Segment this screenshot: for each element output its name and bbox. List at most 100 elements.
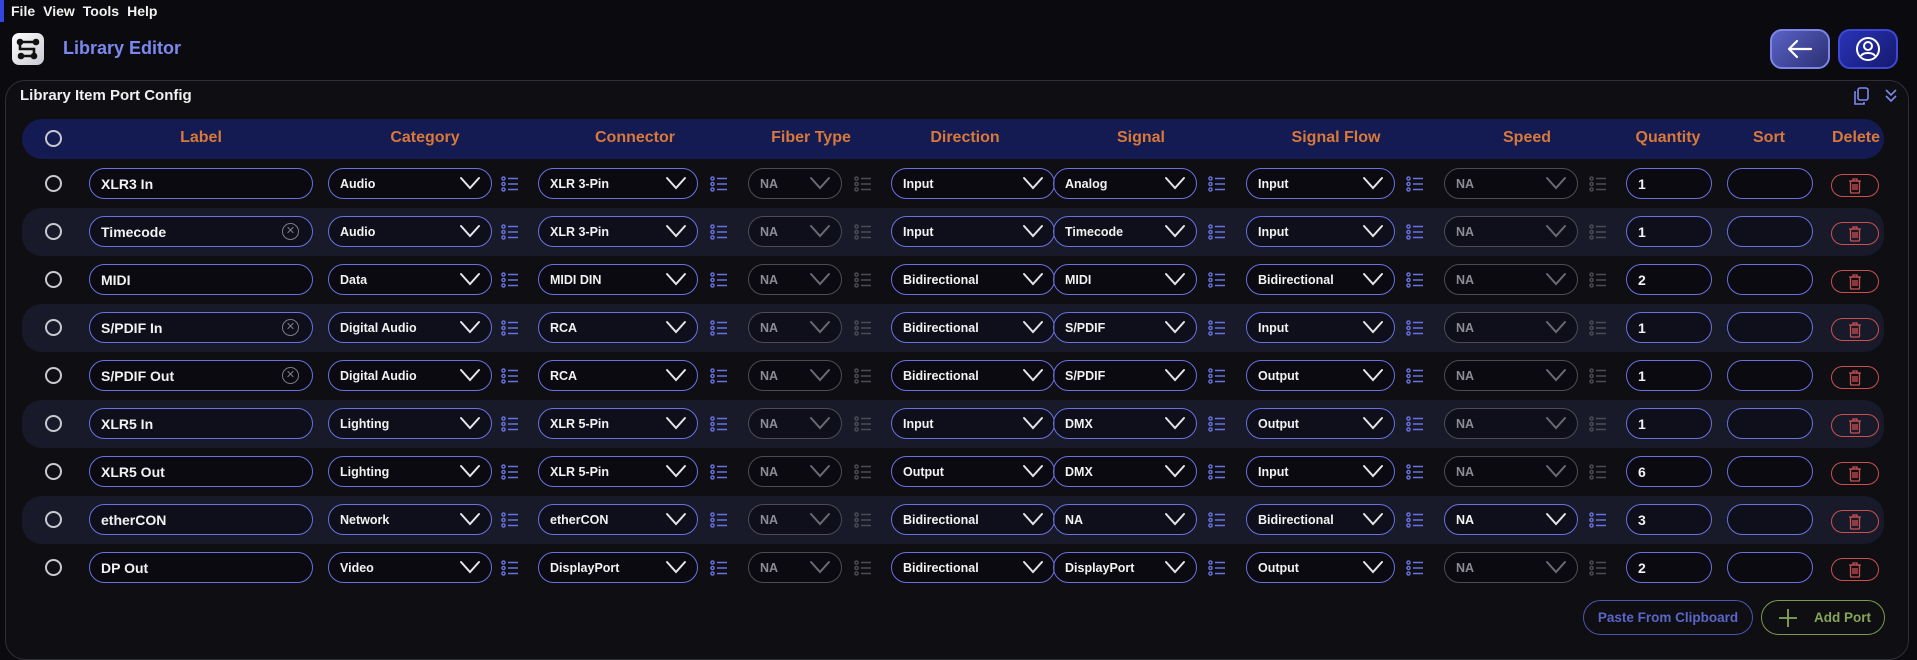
list-options-icon[interactable] (710, 176, 728, 192)
connector-select[interactable]: XLR 3-Pin (538, 168, 698, 199)
delete-button[interactable] (1831, 510, 1879, 533)
label-input[interactable]: Timecode ✕ (89, 216, 313, 247)
category-select[interactable]: Audio (328, 168, 492, 199)
sort-input[interactable] (1727, 504, 1813, 535)
signal-flow-select[interactable]: Output (1246, 552, 1395, 583)
sort-input[interactable] (1727, 168, 1813, 199)
paste-from-clipboard-button[interactable]: Paste From Clipboard (1583, 600, 1753, 635)
quantity-input[interactable]: 6 (1626, 456, 1712, 487)
delete-button[interactable] (1831, 318, 1879, 341)
list-options-icon[interactable] (854, 560, 872, 576)
label-input[interactable]: etherCON (89, 504, 313, 535)
row-select-radio[interactable] (45, 175, 62, 192)
speed-select[interactable]: NA (1444, 408, 1578, 439)
label-input[interactable]: S/PDIF In ✕ (89, 312, 313, 343)
category-select[interactable]: Audio (328, 216, 492, 247)
fiber-type-select[interactable]: NA (748, 264, 842, 295)
signal-select[interactable]: S/PDIF (1053, 312, 1197, 343)
quantity-input[interactable]: 2 (1626, 552, 1712, 583)
category-select[interactable]: Lighting (328, 408, 492, 439)
category-select[interactable]: Data (328, 264, 492, 295)
quantity-input[interactable]: 1 (1626, 360, 1712, 391)
direction-select[interactable]: Bidirectional (891, 504, 1055, 535)
category-select[interactable]: Digital Audio (328, 312, 492, 343)
menu-help[interactable]: Help (127, 3, 157, 19)
signal-select[interactable]: DisplayPort (1053, 552, 1197, 583)
list-options-icon[interactable] (1208, 464, 1226, 480)
list-options-icon[interactable] (1208, 272, 1226, 288)
connector-select[interactable]: XLR 5-Pin (538, 408, 698, 439)
direction-select[interactable]: Input (891, 168, 1055, 199)
fiber-type-select[interactable]: NA (748, 456, 842, 487)
connector-select[interactable]: MIDI DIN (538, 264, 698, 295)
fiber-type-select[interactable]: NA (748, 168, 842, 199)
direction-select[interactable]: Input (891, 408, 1055, 439)
direction-select[interactable]: Input (891, 216, 1055, 247)
fiber-type-select[interactable]: NA (748, 408, 842, 439)
category-select[interactable]: Network (328, 504, 492, 535)
clear-icon[interactable]: ✕ (282, 223, 299, 240)
row-select-radio[interactable] (45, 511, 62, 528)
list-options-icon[interactable] (1208, 512, 1226, 528)
list-options-icon[interactable] (1208, 224, 1226, 240)
list-options-icon[interactable] (854, 224, 872, 240)
list-options-icon[interactable] (1589, 560, 1607, 576)
menu-tools[interactable]: Tools (83, 3, 119, 19)
signal-select[interactable]: Analog (1053, 168, 1197, 199)
list-options-icon[interactable] (854, 176, 872, 192)
label-input[interactable]: MIDI (89, 264, 313, 295)
speed-select[interactable]: NA (1444, 216, 1578, 247)
sort-input[interactable] (1727, 456, 1813, 487)
connector-select[interactable]: XLR 5-Pin (538, 456, 698, 487)
connector-select[interactable]: RCA (538, 360, 698, 391)
menu-file[interactable]: File (11, 3, 35, 19)
connector-select[interactable]: XLR 3-Pin (538, 216, 698, 247)
list-options-icon[interactable] (1406, 224, 1424, 240)
list-options-icon[interactable] (1208, 176, 1226, 192)
list-options-icon[interactable] (710, 416, 728, 432)
signal-flow-select[interactable]: Output (1246, 360, 1395, 391)
list-options-icon[interactable] (710, 320, 728, 336)
list-options-icon[interactable] (1589, 464, 1607, 480)
label-input[interactable]: XLR5 Out (89, 456, 313, 487)
list-options-icon[interactable] (710, 368, 728, 384)
direction-select[interactable]: Bidirectional (891, 264, 1055, 295)
label-input[interactable]: XLR3 In (89, 168, 313, 199)
signal-select[interactable]: S/PDIF (1053, 360, 1197, 391)
list-options-icon[interactable] (710, 512, 728, 528)
delete-button[interactable] (1831, 366, 1879, 389)
back-button[interactable] (1770, 29, 1830, 69)
list-options-icon[interactable] (1406, 320, 1424, 336)
menu-view[interactable]: View (43, 3, 75, 19)
connector-select[interactable]: RCA (538, 312, 698, 343)
label-input[interactable]: S/PDIF Out ✕ (89, 360, 313, 391)
list-options-icon[interactable] (1589, 368, 1607, 384)
quantity-input[interactable]: 2 (1626, 264, 1712, 295)
direction-select[interactable]: Output (891, 456, 1055, 487)
list-options-icon[interactable] (501, 512, 519, 528)
signal-select[interactable]: DMX (1053, 456, 1197, 487)
list-options-icon[interactable] (1406, 464, 1424, 480)
copy-icon[interactable] (1853, 87, 1869, 105)
quantity-input[interactable]: 1 (1626, 312, 1712, 343)
signal-select[interactable]: DMX (1053, 408, 1197, 439)
fiber-type-select[interactable]: NA (748, 360, 842, 391)
speed-select[interactable]: NA (1444, 552, 1578, 583)
list-options-icon[interactable] (854, 464, 872, 480)
list-options-icon[interactable] (710, 464, 728, 480)
row-select-radio[interactable] (45, 463, 62, 480)
list-options-icon[interactable] (1208, 560, 1226, 576)
list-options-icon[interactable] (1406, 560, 1424, 576)
list-options-icon[interactable] (710, 224, 728, 240)
list-options-icon[interactable] (1208, 368, 1226, 384)
list-options-icon[interactable] (501, 272, 519, 288)
quantity-input[interactable]: 1 (1626, 168, 1712, 199)
sort-input[interactable] (1727, 216, 1813, 247)
fiber-type-select[interactable]: NA (748, 312, 842, 343)
list-options-icon[interactable] (501, 224, 519, 240)
list-options-icon[interactable] (501, 464, 519, 480)
quantity-input[interactable]: 1 (1626, 408, 1712, 439)
delete-button[interactable] (1831, 222, 1879, 245)
chevron-double-down-icon[interactable] (1883, 87, 1899, 103)
list-options-icon[interactable] (854, 368, 872, 384)
